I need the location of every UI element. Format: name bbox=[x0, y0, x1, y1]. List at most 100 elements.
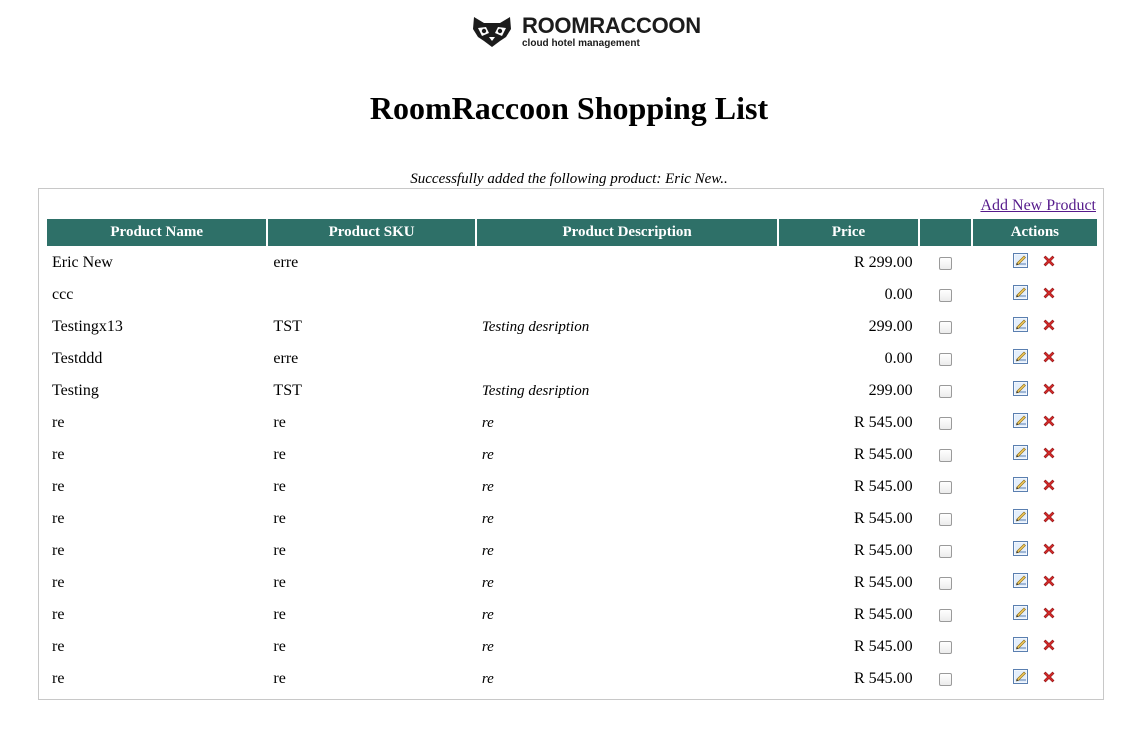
edit-icon[interactable] bbox=[1013, 381, 1029, 401]
edit-icon[interactable] bbox=[1013, 253, 1029, 273]
product-price-cell: R 545.00 bbox=[853, 446, 913, 463]
product-sku-cell: re bbox=[273, 542, 286, 559]
select-cell bbox=[920, 472, 971, 502]
edit-icon[interactable] bbox=[1013, 541, 1029, 561]
delete-icon[interactable] bbox=[1042, 542, 1056, 561]
edit-icon[interactable] bbox=[1013, 477, 1029, 497]
edit-icon[interactable] bbox=[1013, 413, 1029, 433]
actions-cell bbox=[973, 280, 1097, 310]
product-sku-cell: re bbox=[273, 638, 286, 655]
edit-icon[interactable] bbox=[1013, 637, 1029, 657]
add-new-product-link[interactable]: Add New Product bbox=[980, 197, 1096, 215]
delete-icon[interactable] bbox=[1042, 382, 1056, 401]
column-header-price[interactable]: Price bbox=[779, 219, 918, 246]
select-cell bbox=[920, 632, 971, 662]
product-sku-cell: erre bbox=[273, 254, 299, 271]
row-checkbox[interactable] bbox=[938, 576, 952, 590]
product-price-cell: R 545.00 bbox=[853, 638, 913, 655]
row-checkbox[interactable] bbox=[938, 608, 952, 622]
row-checkbox[interactable] bbox=[938, 320, 952, 334]
delete-icon[interactable] bbox=[1042, 574, 1056, 593]
row-checkbox[interactable] bbox=[938, 672, 952, 686]
edit-icon[interactable] bbox=[1013, 669, 1029, 689]
product-description-cell: re bbox=[481, 670, 494, 687]
product-description-cell: re bbox=[481, 638, 494, 655]
table-row: re re re R 545.00 bbox=[47, 632, 1097, 662]
page-title: RoomRaccoon Shopping List bbox=[369, 90, 769, 126]
column-header-actions: Actions bbox=[972, 219, 1097, 246]
product-name-cell: re bbox=[52, 478, 65, 495]
row-checkbox[interactable] bbox=[938, 256, 952, 270]
select-cell bbox=[920, 504, 971, 534]
product-sku-cell: re bbox=[273, 510, 286, 527]
product-price-cell: R 545.00 bbox=[853, 606, 913, 623]
select-cell bbox=[920, 568, 971, 598]
brand-tagline: cloud hotel management bbox=[522, 38, 640, 49]
row-checkbox[interactable] bbox=[938, 512, 952, 526]
delete-icon[interactable] bbox=[1042, 606, 1056, 625]
edit-icon[interactable] bbox=[1013, 445, 1029, 465]
product-sku-cell: re bbox=[273, 670, 286, 687]
product-description-cell: re bbox=[481, 414, 494, 431]
product-sku-cell: re bbox=[273, 574, 286, 591]
actions-cell bbox=[973, 504, 1097, 534]
delete-icon[interactable] bbox=[1042, 318, 1056, 337]
delete-icon[interactable] bbox=[1042, 254, 1056, 273]
row-checkbox[interactable] bbox=[938, 640, 952, 654]
delete-icon[interactable] bbox=[1042, 350, 1056, 369]
row-checkbox[interactable] bbox=[938, 448, 952, 462]
edit-icon[interactable] bbox=[1013, 605, 1029, 625]
select-cell bbox=[920, 344, 971, 374]
product-rows: Eric New erre R 299.00 ccc 0.00 Testingx… bbox=[47, 248, 1097, 694]
table-row: re re re R 545.00 bbox=[47, 600, 1097, 630]
product-description-cell: Testing desription bbox=[481, 382, 590, 399]
row-checkbox[interactable] bbox=[938, 352, 952, 366]
product-name-cell: re bbox=[52, 542, 65, 559]
product-description-cell: re bbox=[481, 510, 494, 527]
delete-icon[interactable] bbox=[1042, 478, 1056, 497]
page: ROOMRACCOON cloud hotel management RoomR… bbox=[0, 0, 1138, 740]
product-price-cell: R 545.00 bbox=[853, 670, 913, 687]
delete-icon[interactable] bbox=[1042, 414, 1056, 433]
product-price-cell: R 545.00 bbox=[853, 542, 913, 559]
delete-icon[interactable] bbox=[1042, 670, 1056, 689]
product-sku-cell: re bbox=[273, 414, 286, 431]
column-header-product-name[interactable]: Product Name bbox=[47, 219, 267, 246]
product-price-cell: 299.00 bbox=[868, 318, 913, 335]
product-sku-cell: erre bbox=[273, 350, 299, 367]
table-row: re re re R 545.00 bbox=[47, 472, 1097, 502]
delete-icon[interactable] bbox=[1042, 286, 1056, 305]
table-row: re re re R 545.00 bbox=[47, 664, 1097, 694]
edit-icon[interactable] bbox=[1013, 349, 1029, 369]
row-checkbox[interactable] bbox=[938, 288, 952, 302]
row-checkbox[interactable] bbox=[938, 480, 952, 494]
delete-icon[interactable] bbox=[1042, 510, 1056, 529]
select-cell bbox=[920, 440, 971, 470]
product-name-cell: Testingx13 bbox=[52, 318, 123, 335]
product-name-cell: re bbox=[52, 446, 65, 463]
column-header-product-description[interactable]: Product Description bbox=[476, 219, 778, 246]
row-checkbox[interactable] bbox=[938, 384, 952, 398]
edit-icon[interactable] bbox=[1013, 509, 1029, 529]
product-sku-cell: re bbox=[273, 478, 286, 495]
delete-icon[interactable] bbox=[1042, 446, 1056, 465]
column-header-product-sku[interactable]: Product SKU bbox=[268, 219, 475, 246]
edit-icon[interactable] bbox=[1013, 573, 1029, 593]
actions-cell bbox=[973, 536, 1097, 566]
table-header-row: Product Name Product SKU Product Descrip… bbox=[47, 219, 1097, 246]
product-description-cell: re bbox=[481, 446, 494, 463]
product-name-cell: Eric New bbox=[52, 254, 113, 271]
product-description-cell: re bbox=[481, 606, 494, 623]
select-cell bbox=[920, 600, 971, 630]
product-description-cell: Testing desription bbox=[481, 318, 590, 335]
row-checkbox[interactable] bbox=[938, 544, 952, 558]
edit-icon[interactable] bbox=[1013, 317, 1029, 337]
delete-icon[interactable] bbox=[1042, 638, 1056, 657]
edit-icon[interactable] bbox=[1013, 285, 1029, 305]
product-sku-cell bbox=[268, 280, 474, 310]
row-checkbox[interactable] bbox=[938, 416, 952, 430]
table-row: Testing TST Testing desription 299.00 bbox=[47, 376, 1097, 406]
table-row: ccc 0.00 bbox=[47, 280, 1097, 310]
select-cell bbox=[920, 248, 971, 278]
brand-logo[interactable]: ROOMRACCOON cloud hotel management bbox=[470, 14, 701, 50]
